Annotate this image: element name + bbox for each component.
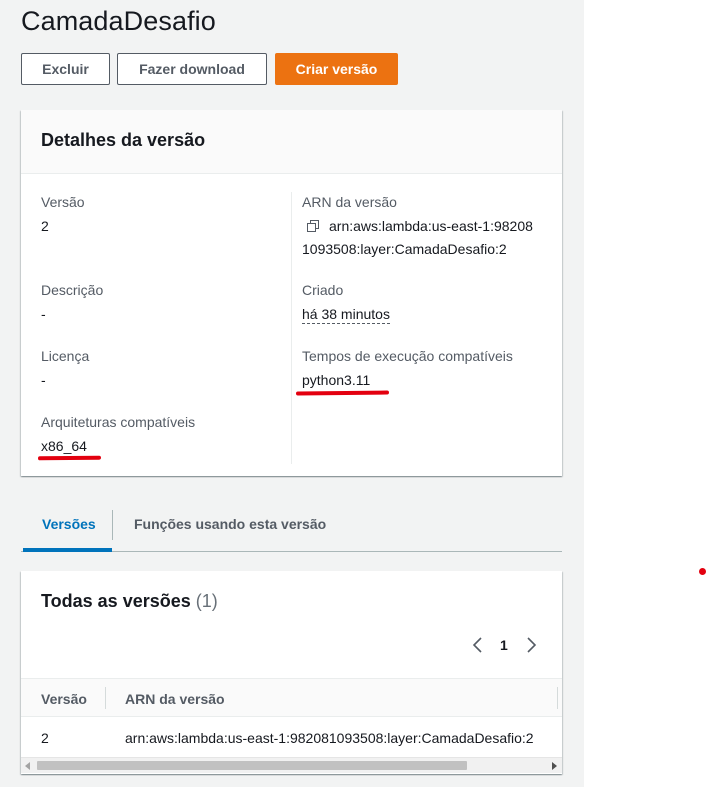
annotation-dot bbox=[699, 568, 706, 575]
license-value: - bbox=[41, 372, 46, 388]
version-details-title: Detalhes da versão bbox=[41, 130, 206, 150]
table-header-row: Versão ARN da versão bbox=[21, 678, 562, 717]
row-arn[interactable]: arn:aws:lambda:us-east-1:982081093508:la… bbox=[125, 730, 534, 746]
architectures-value: x86_64 bbox=[41, 438, 87, 454]
pagination-current-page[interactable]: 1 bbox=[500, 637, 508, 653]
main-content: CamadaDesafio Excluir Fazer download Cri… bbox=[0, 0, 584, 787]
created-value: há 38 minutos bbox=[302, 306, 390, 324]
create-version-button[interactable]: Criar versão bbox=[275, 53, 398, 85]
version-details-card: Detalhes da versão Versão 2 Descrição - … bbox=[21, 110, 562, 476]
delete-button[interactable]: Excluir bbox=[21, 53, 110, 85]
scroll-right-arrow-icon[interactable] bbox=[551, 762, 557, 770]
scroll-left-arrow-icon[interactable] bbox=[25, 762, 31, 770]
created-value-text: há 38 minutos bbox=[302, 306, 390, 324]
download-button[interactable]: Fazer download bbox=[117, 53, 267, 85]
versions-card: Todas as versões (1) 1 Versão ARN da ver… bbox=[21, 571, 562, 774]
scrollbar-thumb[interactable] bbox=[37, 761, 467, 770]
license-label: Licença bbox=[41, 348, 90, 364]
column-header-version[interactable]: Versão bbox=[41, 691, 87, 707]
table-row: 2 arn:aws:lambda:us-east-1:982081093508:… bbox=[21, 717, 562, 757]
version-label: Versão bbox=[41, 194, 85, 210]
architectures-label: Arquiteturas compatíveis bbox=[41, 414, 196, 430]
runtimes-value: python3.11 bbox=[302, 372, 371, 388]
runtimes-label: Tempos de execução compatíveis bbox=[302, 348, 513, 364]
versions-title-text: Todas as versões bbox=[41, 591, 191, 611]
arn-value-line1: arn:aws:lambda:us-east-1:98208 bbox=[329, 218, 533, 234]
column-divider bbox=[291, 192, 292, 464]
versions-count: (1) bbox=[195, 591, 218, 611]
version-value: 2 bbox=[41, 218, 49, 234]
tab-active-indicator bbox=[23, 548, 112, 552]
tab-functions[interactable]: Funções usando esta versão bbox=[134, 516, 326, 532]
column-divider bbox=[557, 687, 558, 709]
row-version: 2 bbox=[41, 730, 49, 746]
tab-divider bbox=[112, 510, 113, 540]
version-details-header: Detalhes da versão bbox=[21, 110, 562, 174]
annotation-underline bbox=[295, 390, 390, 396]
description-value: - bbox=[41, 306, 46, 322]
created-label: Criado bbox=[302, 282, 344, 298]
annotation-underline bbox=[37, 455, 102, 461]
column-header-arn[interactable]: ARN da versão bbox=[125, 691, 225, 707]
arn-label: ARN da versão bbox=[302, 194, 397, 210]
copy-icon[interactable] bbox=[307, 220, 320, 233]
tab-versions[interactable]: Versões bbox=[42, 516, 96, 532]
chevron-right-icon[interactable] bbox=[525, 637, 537, 653]
column-divider bbox=[105, 687, 106, 709]
description-label: Descrição bbox=[41, 282, 104, 298]
page-title: CamadaDesafio bbox=[21, 6, 216, 36]
arn-value-line2: 1093508:layer:CamadaDesafio:2 bbox=[302, 241, 507, 257]
horizontal-scrollbar[interactable] bbox=[21, 757, 562, 773]
versions-title: Todas as versões (1) bbox=[41, 591, 218, 612]
chevron-left-icon[interactable] bbox=[472, 637, 484, 653]
tabs: Versões Funções usando esta versão bbox=[21, 500, 562, 552]
